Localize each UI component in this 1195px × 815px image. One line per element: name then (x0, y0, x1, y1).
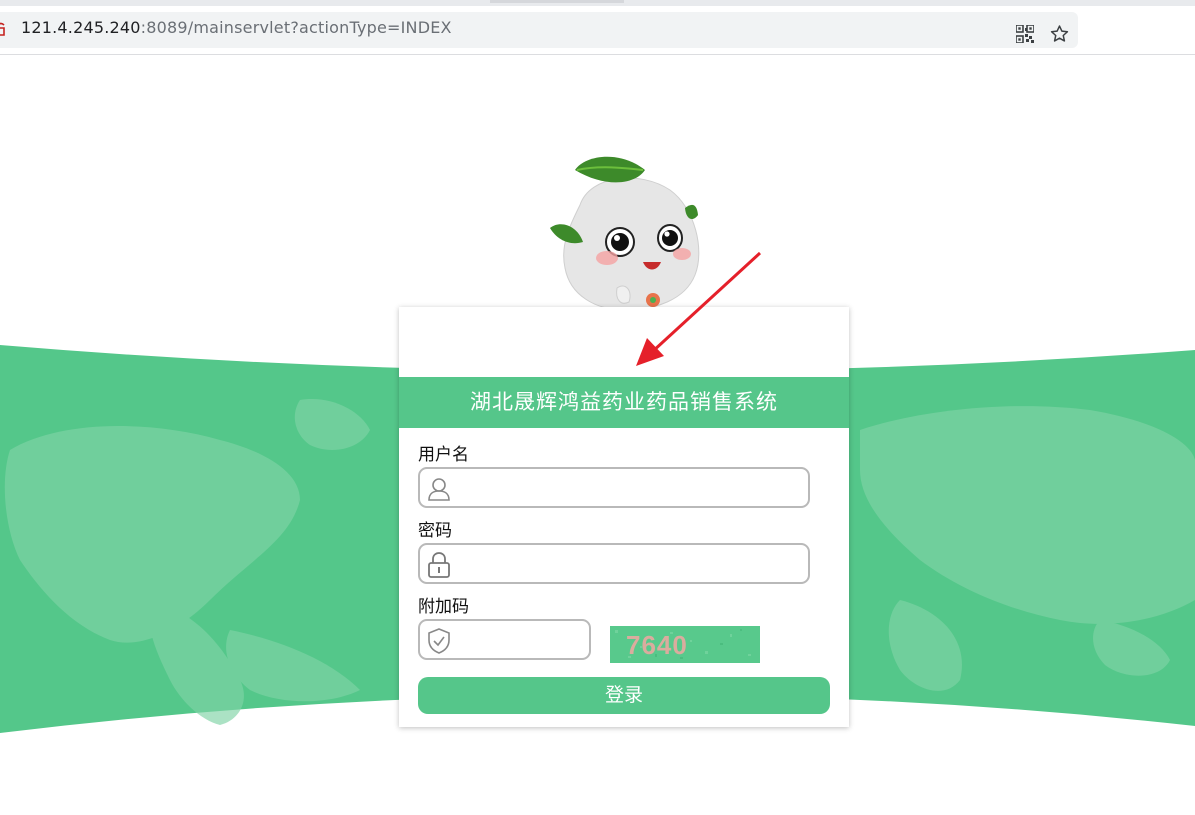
qr-code-icon[interactable] (1016, 25, 1034, 43)
url-path: :8089/mainservlet?actionType=INDEX (140, 18, 452, 37)
captcha-field[interactable] (418, 619, 591, 660)
shield-check-icon (428, 628, 450, 654)
captcha-code: 7640 (626, 630, 688, 660)
browser-address-bar: 121.4.245.240:8089/mainservlet?actionTyp… (0, 6, 1195, 55)
username-field[interactable] (418, 467, 810, 508)
system-title: 湖北晟辉鸿益药业药品销售系统 (399, 377, 849, 428)
captcha-label: 附加码 (418, 597, 469, 617)
password-label: 密码 (418, 521, 452, 541)
star-icon[interactable] (1049, 24, 1070, 44)
username-input[interactable] (460, 473, 802, 505)
user-icon (428, 478, 450, 501)
url-host: 121.4.245.240 (21, 18, 141, 37)
captcha-image[interactable]: 7640 (610, 626, 760, 663)
username-label: 用户名 (418, 445, 469, 465)
active-tab-edge (490, 0, 624, 3)
login-button[interactable]: 登录 (418, 677, 830, 714)
lock-icon[interactable] (0, 22, 8, 36)
annotation-arrow (636, 251, 762, 366)
padlock-icon (428, 552, 450, 578)
captcha-input[interactable] (460, 625, 583, 657)
password-input[interactable] (460, 549, 802, 581)
url-text[interactable]: 121.4.245.240:8089/mainservlet?actionTyp… (21, 18, 452, 37)
password-field[interactable] (418, 543, 810, 584)
